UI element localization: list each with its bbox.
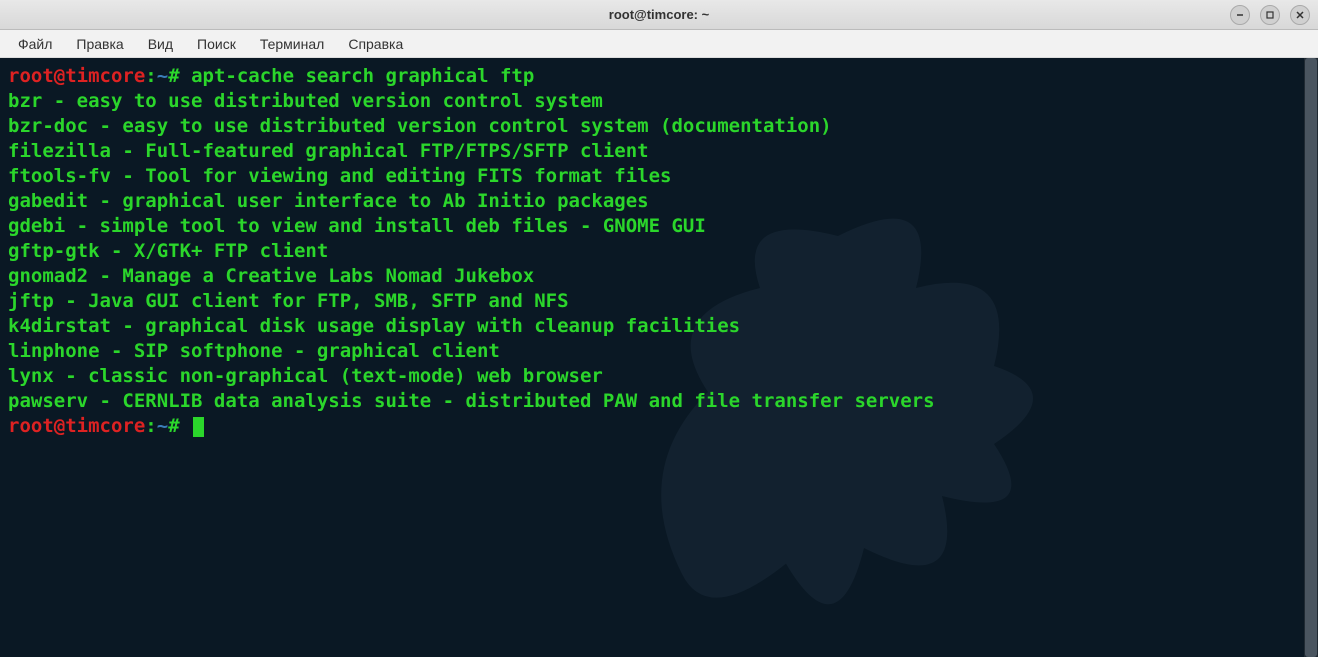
scrollbar-thumb[interactable]: [1305, 58, 1317, 657]
prompt-user-host: root@timcore: [8, 65, 145, 87]
prompt-separator: :: [145, 65, 156, 87]
window-controls: [1230, 5, 1310, 25]
output-line: bzr-doc - easy to use distributed versio…: [8, 115, 832, 137]
menubar: Файл Правка Вид Поиск Терминал Справка: [0, 30, 1318, 58]
prompt-separator: :: [145, 415, 156, 437]
maximize-button[interactable]: [1260, 5, 1280, 25]
terminal[interactable]: root@timcore:~# apt-cache search graphic…: [0, 58, 1304, 657]
terminal-container: root@timcore:~# apt-cache search graphic…: [0, 58, 1318, 657]
prompt-path: ~: [157, 415, 168, 437]
output-line: k4dirstat - graphical disk usage display…: [8, 315, 740, 337]
output-line: filezilla - Full-featured graphical FTP/…: [8, 140, 649, 162]
menu-file[interactable]: Файл: [8, 32, 62, 56]
minimize-button[interactable]: [1230, 5, 1250, 25]
window-title: root@timcore: ~: [609, 7, 709, 22]
menu-terminal[interactable]: Терминал: [250, 32, 334, 56]
minimize-icon: [1235, 10, 1245, 20]
prompt-hash: #: [168, 65, 179, 87]
output-line: lynx - classic non-graphical (text-mode)…: [8, 365, 603, 387]
output-line: gdebi - simple tool to view and install …: [8, 215, 706, 237]
output-line: ftools-fv - Tool for viewing and editing…: [8, 165, 671, 187]
close-button[interactable]: [1290, 5, 1310, 25]
output-line: gabedit - graphical user interface to Ab…: [8, 190, 649, 212]
prompt-hash: #: [168, 415, 179, 437]
output-line: gnomad2 - Manage a Creative Labs Nomad J…: [8, 265, 534, 287]
prompt-path: ~: [157, 65, 168, 87]
menu-view[interactable]: Вид: [138, 32, 183, 56]
window-titlebar: root@timcore: ~: [0, 0, 1318, 30]
output-line: pawserv - CERNLIB data analysis suite - …: [8, 390, 935, 412]
close-icon: [1295, 10, 1305, 20]
menu-search[interactable]: Поиск: [187, 32, 246, 56]
prompt-user-host: root@timcore: [8, 415, 145, 437]
maximize-icon: [1265, 10, 1275, 20]
scrollbar[interactable]: [1304, 58, 1318, 657]
menu-edit[interactable]: Правка: [66, 32, 133, 56]
output-line: jftp - Java GUI client for FTP, SMB, SFT…: [8, 290, 569, 312]
menu-help[interactable]: Справка: [338, 32, 413, 56]
cursor: [193, 417, 204, 437]
output-line: linphone - SIP softphone - graphical cli…: [8, 340, 500, 362]
output-line: bzr - easy to use distributed version co…: [8, 90, 603, 112]
output-line: gftp-gtk - X/GTK+ FTP client: [8, 240, 328, 262]
command-text: apt-cache search graphical ftp: [191, 65, 534, 87]
